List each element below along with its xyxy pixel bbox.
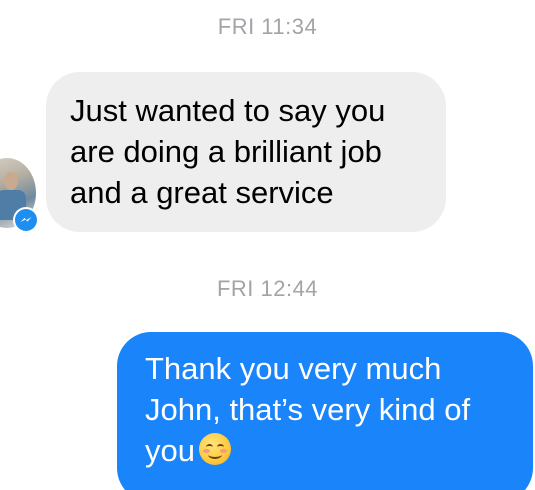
message-text-line: John, that’s very kind of	[145, 392, 471, 427]
chat-thread: FRI 11:34 Just wanted to say you are doi…	[0, 0, 535, 490]
timestamp: FRI 11:34	[217, 14, 318, 39]
messenger-icon	[13, 207, 39, 233]
outgoing-message-bubble[interactable]: Thank you very much John, that’s very ki…	[117, 332, 533, 490]
message-text-line: and a great service	[70, 175, 334, 210]
smiling-face-icon	[198, 433, 231, 465]
messenger-bolt-icon	[20, 217, 32, 222]
message-text-line: are doing a brilliant job	[70, 134, 382, 169]
incoming-message-bubble[interactable]: Just wanted to say you are doing a brill…	[46, 72, 446, 232]
timestamp: FRI 12:44	[216, 276, 319, 301]
message-text-line: Thank you very much	[145, 351, 442, 386]
avatar-face	[4, 172, 18, 190]
emoji-mouth	[207, 450, 222, 459]
messenger-badge-fill	[15, 209, 37, 231]
message-text-line: Just wanted to say you	[70, 93, 386, 128]
message-text: you	[145, 433, 195, 468]
message-text-line-last: you	[145, 430, 513, 471]
